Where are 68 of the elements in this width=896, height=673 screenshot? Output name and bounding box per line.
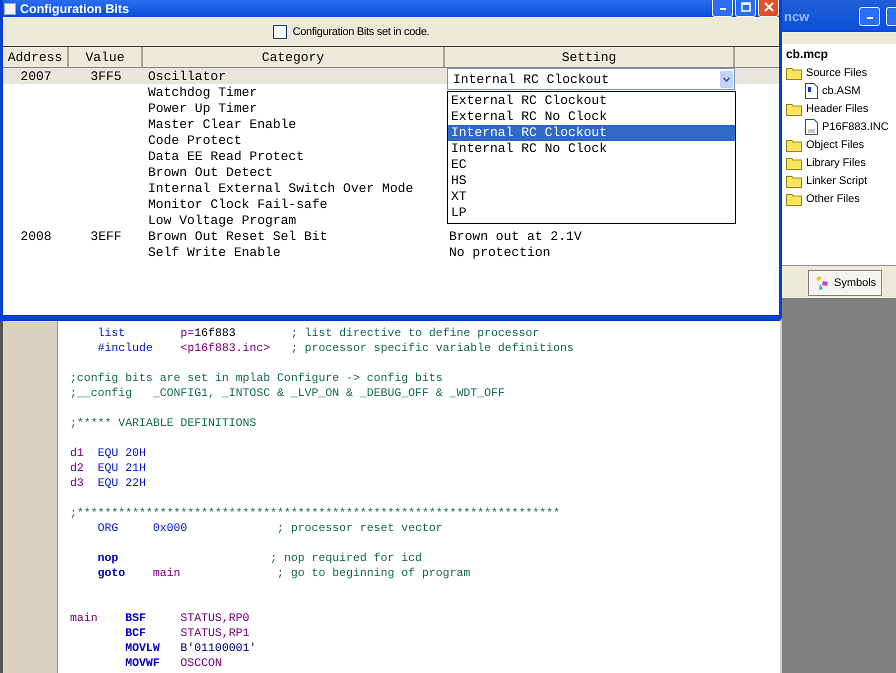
folder-icon: [786, 192, 802, 206]
tree-item[interactable]: Library Files: [786, 155, 866, 171]
symbols-tab[interactable]: Symbols: [808, 270, 882, 296]
code-line: ;**********************************************************************: [70, 506, 561, 521]
minimize-button[interactable]: [712, 0, 733, 16]
folder-icon: [786, 156, 802, 170]
table-cell: Monitor Clock Fail-safe: [148, 196, 328, 212]
table-cell: 3FF5: [90, 68, 122, 84]
folder-icon: [786, 174, 802, 188]
tree-item[interactable]: Other Files: [786, 191, 860, 207]
table-cell: Oscillator: [148, 68, 226, 84]
table-cell: Internal External Switch Over Mode: [148, 180, 414, 196]
code-line: d2 EQU 21H: [70, 461, 147, 476]
code-line: goto main ; go to beginning of program: [96, 566, 472, 581]
tree-item[interactable]: Object Files: [786, 137, 864, 153]
setting-dropdown[interactable]: Internal RC Clockout: [447, 68, 735, 90]
code-line: list p=16f883 ; list directive to define processor: [96, 326, 540, 341]
tree-item[interactable]: Source Files: [786, 65, 868, 81]
code-line: ;__config _CONFIG1, _INTOSC & _LVP_ON & _DEBUG_OFF & _WDT_OFF: [70, 386, 506, 401]
table-cell: No protection: [449, 244, 550, 260]
window-title: ncw: [784, 8, 810, 24]
folder-icon: [786, 66, 802, 80]
tree-item[interactable]: Linker Script: [786, 173, 868, 189]
code-line: ;***** VARIABLE DEFINITIONS: [70, 416, 258, 431]
tree-item[interactable]: cb.mcp: [786, 47, 828, 63]
close-icon: [764, 2, 774, 12]
code-line: main BSF STATUS,RP0: [70, 611, 250, 626]
table-cell: Self Write Enable: [148, 244, 281, 260]
checkbox-label: Configuration Bits set in code.: [292, 26, 430, 38]
tree-item[interactable]: cb.ASM: [805, 83, 861, 99]
table-cell: Low Voltage Program: [148, 212, 296, 228]
close-button[interactable]: [758, 0, 779, 16]
dropdown-option[interactable]: Internal RC Clockout: [448, 125, 735, 141]
code-line: #include <p16f883.inc> ; processor specific variable definitions: [96, 341, 574, 356]
table-cell: Code Protect: [148, 132, 242, 148]
table-cell: Brown Out Detect: [148, 164, 273, 180]
symbols-icon: [814, 275, 830, 291]
table-cell: Watchdog Timer: [148, 84, 258, 100]
code-line: ;config bits are set in mplab Configure -> config bits: [70, 371, 444, 386]
folder-icon: [786, 138, 802, 152]
code-line: ORG 0x000 ; processor reset vector: [96, 521, 444, 536]
checkbox[interactable]: [272, 24, 287, 38]
code-line: nop ; nop required for icd: [96, 551, 423, 566]
window-icon: [4, 2, 16, 14]
table-cell: 2008: [20, 228, 52, 244]
table-cell: Brown Out Reset Sel Bit: [148, 228, 328, 244]
caret-icon: [720, 70, 733, 88]
code-line: MOVWF OSCCON: [124, 656, 223, 671]
maximize-button[interactable]: [735, 0, 756, 16]
table-cell: 2007: [20, 68, 52, 84]
file-icon: [805, 83, 818, 99]
table-cell: Power Up Timer: [148, 100, 258, 116]
table-cell: Data EE Read Protect: [148, 148, 304, 164]
minimize-button[interactable]: [859, 6, 880, 26]
table-cell: Master Clear Enable: [148, 116, 296, 132]
maximize-icon: [740, 2, 750, 12]
code-line: MOVLW B'01100001': [124, 641, 258, 656]
table-cell: 3EFF: [90, 228, 122, 244]
maximize-button[interactable]: [886, 6, 896, 26]
folder-icon: [786, 102, 802, 116]
file-icon: [805, 119, 818, 135]
code-line: d3 EQU 22H: [70, 476, 147, 491]
code-line: BCF STATUS,RP1: [124, 626, 250, 641]
tree-item[interactable]: P16F883.INC: [805, 119, 889, 135]
code-line: d1 EQU 20H: [70, 446, 147, 461]
tree-item[interactable]: Header Files: [786, 101, 868, 117]
window-title: Configuration Bits: [20, 2, 130, 16]
table-cell: Brown out at 2.1V: [449, 228, 582, 244]
